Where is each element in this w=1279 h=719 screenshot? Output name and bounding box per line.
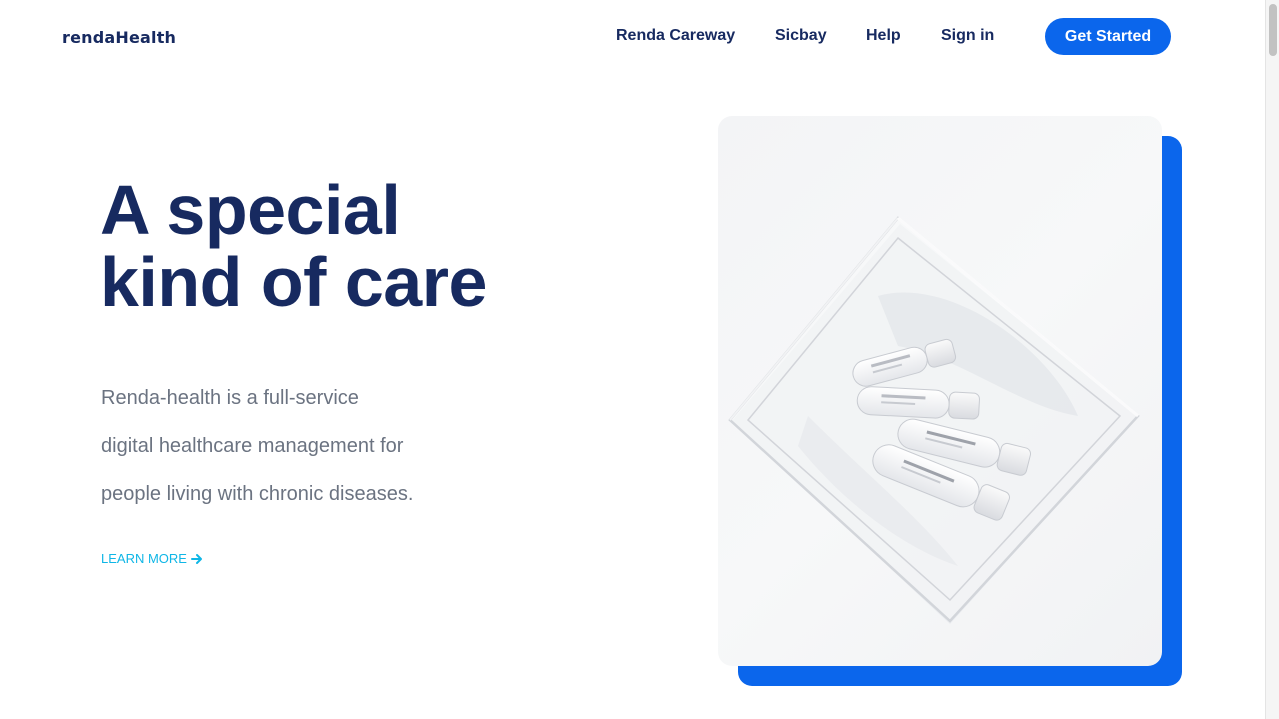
nav-link-help[interactable]: Help xyxy=(866,27,901,45)
get-started-button[interactable]: Get Started xyxy=(1045,18,1171,55)
hero-image xyxy=(718,116,1162,666)
learn-more-link[interactable]: LEARN MORE xyxy=(101,551,203,566)
scrollbar-thumb[interactable] xyxy=(1269,4,1277,56)
hero-headline: A special kind of care xyxy=(100,174,487,318)
hero-headline-line-1: A special xyxy=(100,171,401,249)
medicine-vials-icon xyxy=(728,216,1140,624)
hero-headline-line-2: kind of care xyxy=(100,243,487,321)
top-navigation: Renda Careway Sicbay Help Sign in Get St… xyxy=(0,18,1265,55)
learn-more-label: LEARN MORE xyxy=(101,551,187,566)
hero-description-line-2: digital healthcare management for xyxy=(101,435,404,457)
hero-description-line-1: Renda-health is a full-service xyxy=(101,387,359,409)
nav-link-sign-in[interactable]: Sign in xyxy=(941,27,994,45)
arrow-right-icon xyxy=(190,553,202,564)
nav-link-sicbay[interactable]: Sicbay xyxy=(775,27,827,45)
nav-link-renda-careway[interactable]: Renda Careway xyxy=(616,27,735,45)
hero-description-line-3: people living with chronic diseases. xyxy=(101,483,414,505)
page-scrollbar[interactable] xyxy=(1265,0,1279,719)
hero-description: Renda-health is a full-service digital h… xyxy=(101,374,521,518)
